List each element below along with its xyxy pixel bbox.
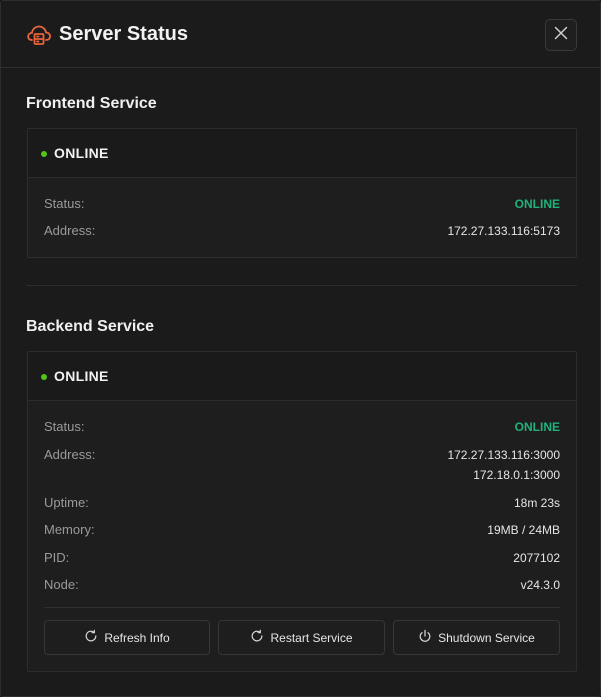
status-key: Status:: [44, 419, 85, 434]
uptime-key: Uptime:: [44, 495, 89, 510]
node-value: v24.3.0: [520, 578, 560, 592]
address-value: 172.27.133.116:5173: [447, 224, 560, 238]
close-button[interactable]: [545, 19, 577, 51]
section-divider: [26, 285, 577, 286]
address-key: Address:: [44, 223, 96, 238]
memory-key: Memory:: [44, 522, 95, 537]
backend-card-header: ONLINE: [28, 352, 576, 401]
frontend-section-title: Frontend Service: [26, 95, 157, 112]
backend-service-card: ONLINE Status: ONLINE Address: 172.27.13…: [27, 351, 577, 672]
dialog-title: Server Status: [59, 23, 188, 45]
restart-icon: [250, 629, 264, 646]
pid-value: 2077102: [513, 551, 560, 565]
status-value: ONLINE: [514, 197, 560, 211]
refresh-info-label: Refresh Info: [104, 630, 170, 645]
pid-key: PID:: [44, 550, 70, 565]
restart-service-button[interactable]: Restart Service: [218, 620, 385, 655]
shutdown-service-button[interactable]: Shutdown Service: [393, 620, 560, 655]
address-key: Address:: [44, 447, 96, 462]
memory-value: 19MB / 24MB: [487, 523, 560, 537]
frontend-card-header: ONLINE: [28, 129, 576, 178]
refresh-icon: [84, 629, 98, 646]
backend-section-title: Backend Service: [26, 318, 155, 335]
server-status-dialog: Server Status Frontend Service ONLINE St…: [0, 0, 601, 697]
uptime-value: 18m 23s: [513, 496, 560, 510]
shutdown-service-label: Shutdown Service: [438, 630, 535, 645]
status-value: ONLINE: [514, 420, 560, 434]
cloud-server-icon: [26, 23, 52, 47]
backend-state-label: ONLINE: [54, 368, 109, 384]
online-indicator-dot: [41, 374, 47, 380]
address-value-2: 172.18.0.1:3000: [473, 468, 560, 482]
power-icon: [418, 629, 432, 646]
address-value-1: 172.27.133.116:3000: [447, 448, 560, 462]
actions-divider: [44, 607, 560, 608]
refresh-info-button[interactable]: Refresh Info: [44, 620, 210, 655]
frontend-service-card: ONLINE Status: ONLINE Address: 172.27.13…: [27, 128, 577, 258]
restart-service-label: Restart Service: [270, 630, 353, 645]
node-key: Node:: [44, 577, 79, 592]
close-icon: [554, 26, 568, 45]
dialog-header: Server Status: [1, 1, 600, 68]
online-indicator-dot: [41, 151, 47, 157]
status-key: Status:: [44, 196, 85, 211]
frontend-state-label: ONLINE: [54, 145, 109, 161]
